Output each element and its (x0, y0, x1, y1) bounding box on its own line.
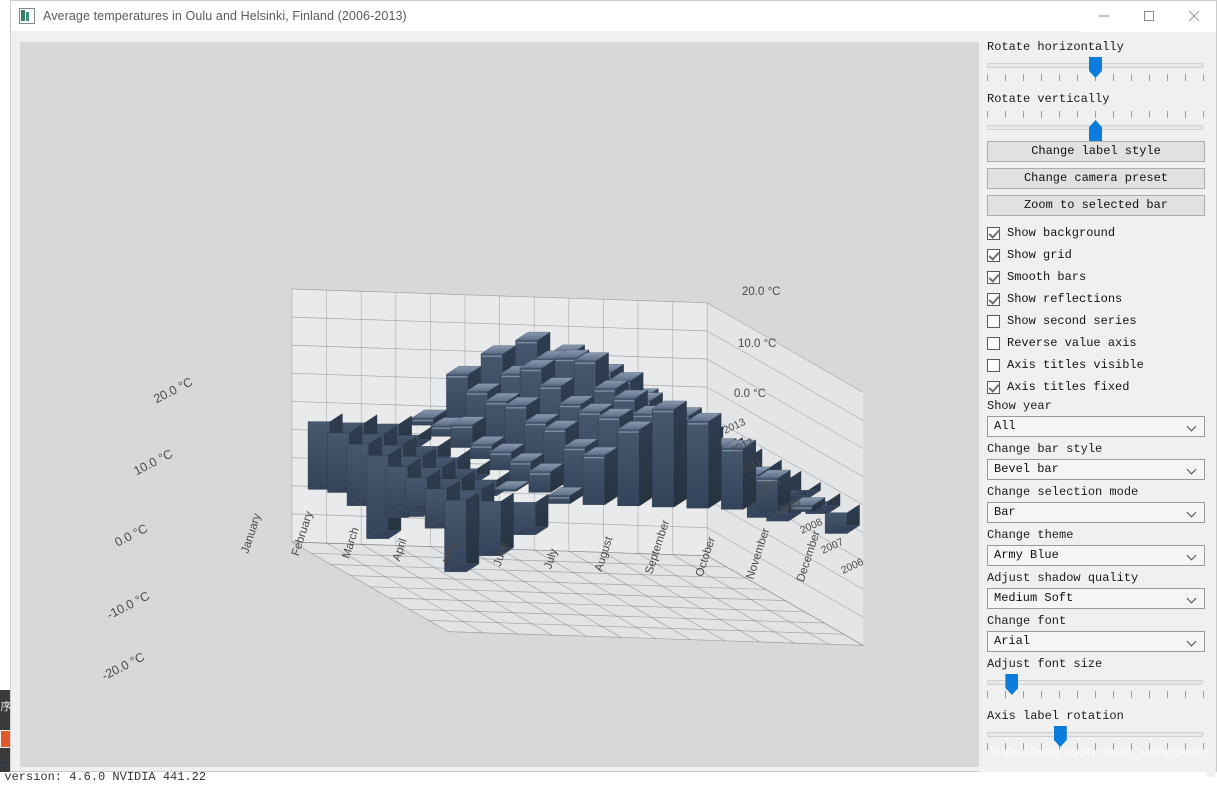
chevron-down-icon (1188, 509, 1197, 514)
select-value: All (994, 419, 1016, 433)
checkbox-smooth-bars[interactable]: Smooth bars (987, 266, 1205, 288)
select-value: Bevel bar (994, 462, 1059, 476)
window-body: 20.0 °C 10.0 °C 0.0 °C -10.0 °C -20.0 °C 20.0… (11, 32, 1216, 777)
select-value: Army Blue (994, 548, 1059, 562)
show-year-label: Show year (987, 399, 1052, 413)
checkbox-indicator[interactable] (987, 380, 1000, 394)
checkbox-label: Reverse value axis (1007, 336, 1137, 350)
change-theme-label: Change theme (987, 528, 1074, 542)
checkbox-indicator[interactable] (987, 336, 1000, 350)
checkbox-label: Show background (1007, 226, 1116, 240)
select-value: Medium Soft (994, 591, 1074, 605)
adjust-shadow-quality-label: Adjust shadow quality (987, 571, 1139, 585)
chevron-down-icon (1188, 423, 1197, 428)
adjust-font-size-slider[interactable] (985, 674, 1205, 704)
window-title: Average temperatures in Oulu and Helsink… (43, 9, 407, 23)
checkbox-label: Show reflections (1007, 292, 1123, 306)
change-camera-preset-button[interactable]: Change camera preset (987, 168, 1205, 189)
change-selection-mode-label: Change selection mode (987, 485, 1139, 499)
change-bar-style-select[interactable]: Bevel bar (987, 459, 1205, 480)
slider-handle[interactable] (1089, 120, 1102, 141)
show-year-select[interactable]: All (987, 416, 1205, 437)
chevron-down-icon (1188, 638, 1197, 643)
change-font-select[interactable]: Arial (987, 631, 1205, 652)
slider-ticks (987, 111, 1204, 119)
svg-text:-10.0 °C: -10.0 °C (105, 589, 152, 622)
rotate-vertically-slider[interactable] (985, 109, 1205, 141)
control-panel: Rotate horizontally Rotate vertically Ch… (979, 32, 1215, 777)
rotate-vertically-label: Rotate vertically (987, 92, 1110, 106)
rotate-horizontally-slider[interactable] (985, 57, 1205, 87)
checkbox-show-second-series[interactable]: Show second series (987, 310, 1205, 332)
close-button[interactable] (1171, 0, 1216, 32)
svg-text:0.0 °C: 0.0 °C (112, 521, 149, 549)
svg-text:0.0 °C: 0.0 °C (734, 388, 766, 400)
checkbox-show-reflections[interactable]: Show reflections (987, 288, 1205, 310)
application-icon (19, 8, 35, 24)
adjust-font-size-label: Adjust font size (987, 657, 1103, 671)
checkbox-indicator[interactable] (987, 358, 1000, 372)
chevron-down-icon (1188, 552, 1197, 557)
slider-ticks (987, 691, 1204, 699)
zoom-to-selected-bar-button[interactable]: Zoom to selected bar (987, 195, 1205, 216)
chevron-down-icon (1188, 466, 1197, 471)
chevron-down-icon (1188, 595, 1197, 600)
change-font-label: Change font (987, 614, 1067, 628)
change-selection-mode-select[interactable]: Bar (987, 502, 1205, 523)
svg-text:10.0 °C: 10.0 °C (738, 338, 776, 350)
title-bar[interactable]: Average temperatures in Oulu and Helsink… (11, 0, 1216, 32)
checkbox-axis-titles-visible[interactable]: Axis titles visible (987, 354, 1205, 376)
change-theme-select[interactable]: Army Blue (987, 545, 1205, 566)
axis-label-rotation-slider[interactable] (985, 726, 1205, 756)
checkbox-indicator[interactable] (987, 226, 1000, 240)
checkbox-label: Axis titles fixed (1007, 380, 1130, 394)
slider-groove (987, 732, 1203, 737)
select-value: Arial (994, 634, 1031, 648)
svg-text:-20.0 °C: -20.0 °C (100, 650, 147, 683)
slider-groove (987, 680, 1203, 685)
checkbox-indicator[interactable] (987, 314, 1000, 328)
checkbox-indicator[interactable] (987, 292, 1000, 306)
checkbox-reverse-value-axis[interactable]: Reverse value axis (987, 332, 1205, 354)
checkbox-show-grid[interactable]: Show grid (987, 244, 1205, 266)
checkbox-show-background[interactable]: Show background (987, 222, 1205, 244)
adjust-shadow-quality-select[interactable]: Medium Soft (987, 588, 1205, 609)
change-label-style-button[interactable]: Change label style (987, 141, 1205, 162)
chart-canvas: 20.0 °C 10.0 °C 0.0 °C -10.0 °C -20.0 °C 20.0… (100, 286, 866, 683)
rotate-horizontally-label: Rotate horizontally (987, 40, 1124, 54)
svg-text:January: January (239, 512, 263, 555)
checkbox-label: Axis titles visible (1007, 358, 1144, 372)
checkbox-indicator[interactable] (987, 270, 1000, 284)
maximize-button[interactable] (1126, 0, 1171, 32)
opengl-version-status: L version: 4.6.0 NVIDIA 441.22 (0, 772, 1207, 786)
bar-chart-3d-viewport[interactable]: 20.0 °C 10.0 °C 0.0 °C -10.0 °C -20.0 °C 20.0… (20, 42, 981, 767)
minimize-button[interactable] (1081, 0, 1126, 32)
checkbox-indicator[interactable] (987, 248, 1000, 262)
slider-ticks (987, 743, 1204, 751)
svg-text:10.0 °C: 10.0 °C (131, 447, 175, 478)
application-window: Average temperatures in Oulu and Helsink… (10, 0, 1217, 777)
svg-text:20.0 °C: 20.0 °C (742, 286, 780, 298)
checkbox-label: Show second series (1007, 314, 1137, 328)
checkbox-label: Smooth bars (1007, 270, 1087, 284)
svg-text:20.0 °C: 20.0 °C (151, 375, 195, 406)
checkbox-label: Show grid (1007, 248, 1072, 262)
axis-label-rotation-label: Axis label rotation (987, 709, 1124, 723)
change-bar-style-label: Change bar style (987, 442, 1103, 456)
checkbox-axis-titles-fixed[interactable]: Axis titles fixed (987, 376, 1205, 398)
select-value: Bar (994, 505, 1016, 519)
